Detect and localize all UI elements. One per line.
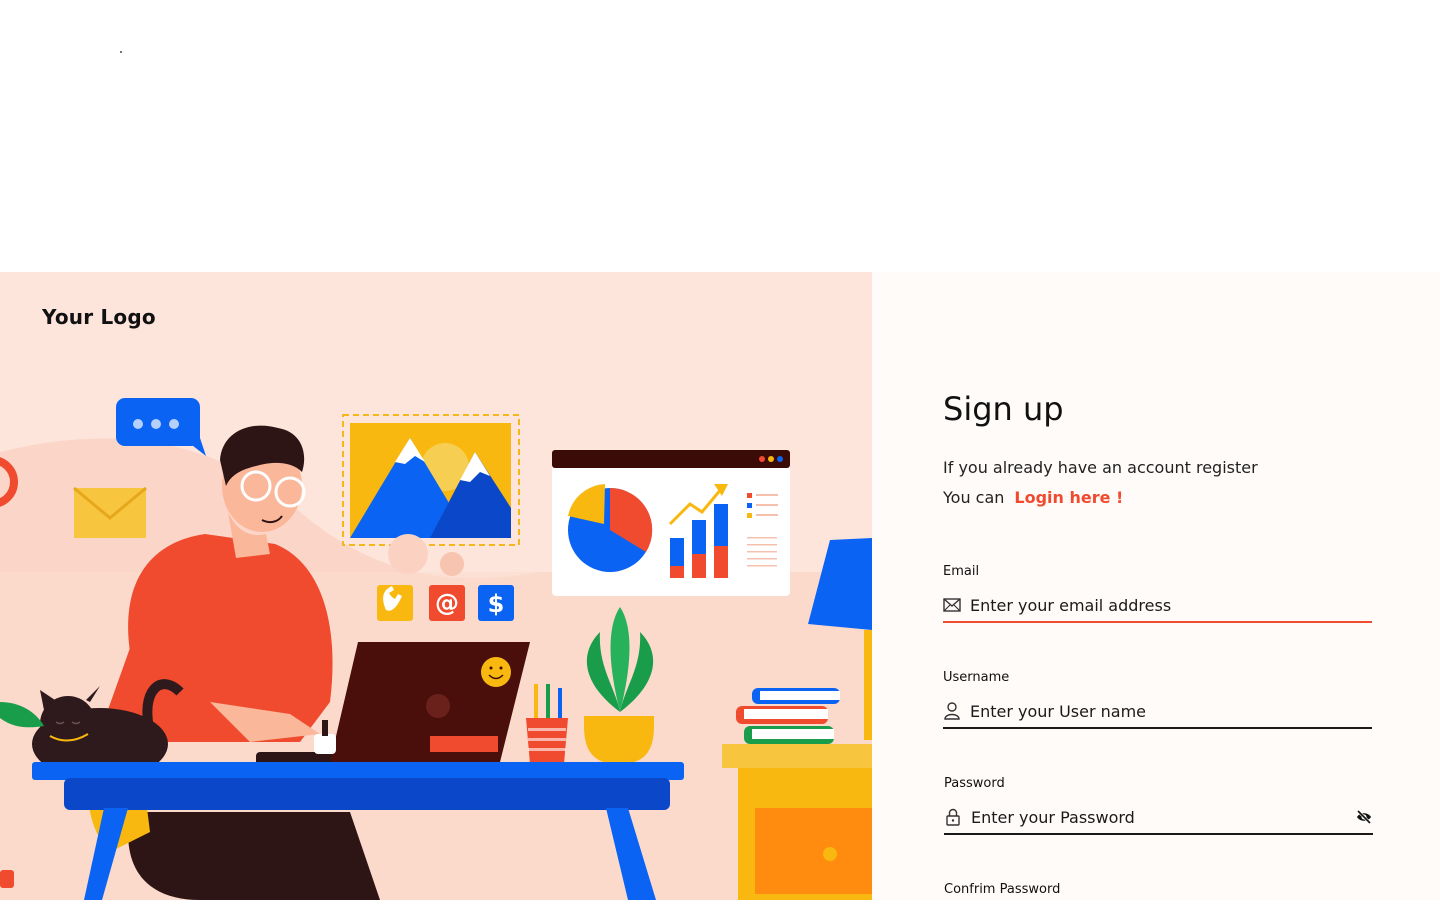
user-icon bbox=[943, 702, 961, 720]
login-prefix: You can bbox=[943, 488, 1005, 507]
eye-off-icon[interactable] bbox=[1355, 808, 1373, 826]
mail-icon bbox=[943, 596, 961, 614]
laptop-icon bbox=[330, 642, 530, 762]
confirm-password-field-group: Confrim Password bbox=[944, 882, 1373, 907]
email-field-group: Email bbox=[943, 564, 1372, 623]
password-input[interactable] bbox=[971, 807, 1349, 827]
username-field-group: Username bbox=[943, 670, 1372, 729]
brand-logo[interactable]: Your Logo bbox=[42, 305, 156, 329]
email-input-row bbox=[943, 589, 1372, 623]
email-input[interactable] bbox=[970, 595, 1372, 615]
confirm-password-label: Confrim Password bbox=[944, 882, 1061, 897]
svg-text:@: @ bbox=[435, 589, 459, 617]
login-link[interactable]: Login here ! bbox=[1014, 488, 1123, 507]
username-input[interactable] bbox=[970, 701, 1372, 721]
stray-dot bbox=[120, 51, 122, 53]
signup-subtitle: If you already have an account register bbox=[943, 458, 1258, 477]
username-label: Username bbox=[943, 670, 1010, 685]
picture-frame-icon bbox=[342, 414, 520, 546]
email-label: Email bbox=[943, 564, 980, 579]
login-prompt: You can Login here ! bbox=[943, 488, 1123, 507]
password-label: Password bbox=[944, 776, 1005, 791]
password-input-row bbox=[944, 801, 1373, 835]
lock-icon bbox=[944, 808, 962, 826]
page-title: Sign up bbox=[943, 390, 1064, 428]
dashboard-window-icon bbox=[552, 450, 790, 596]
svg-text:$: $ bbox=[488, 590, 505, 618]
password-field-group: Password bbox=[944, 776, 1373, 835]
username-input-row bbox=[943, 695, 1372, 729]
signup-form-panel: Sign up If you already have an account r… bbox=[872, 272, 1440, 900]
illustration-panel: @ $ Your Logo bbox=[0, 272, 872, 900]
workspace-illustration: @ $ bbox=[0, 398, 872, 900]
envelope-icon bbox=[73, 486, 147, 538]
